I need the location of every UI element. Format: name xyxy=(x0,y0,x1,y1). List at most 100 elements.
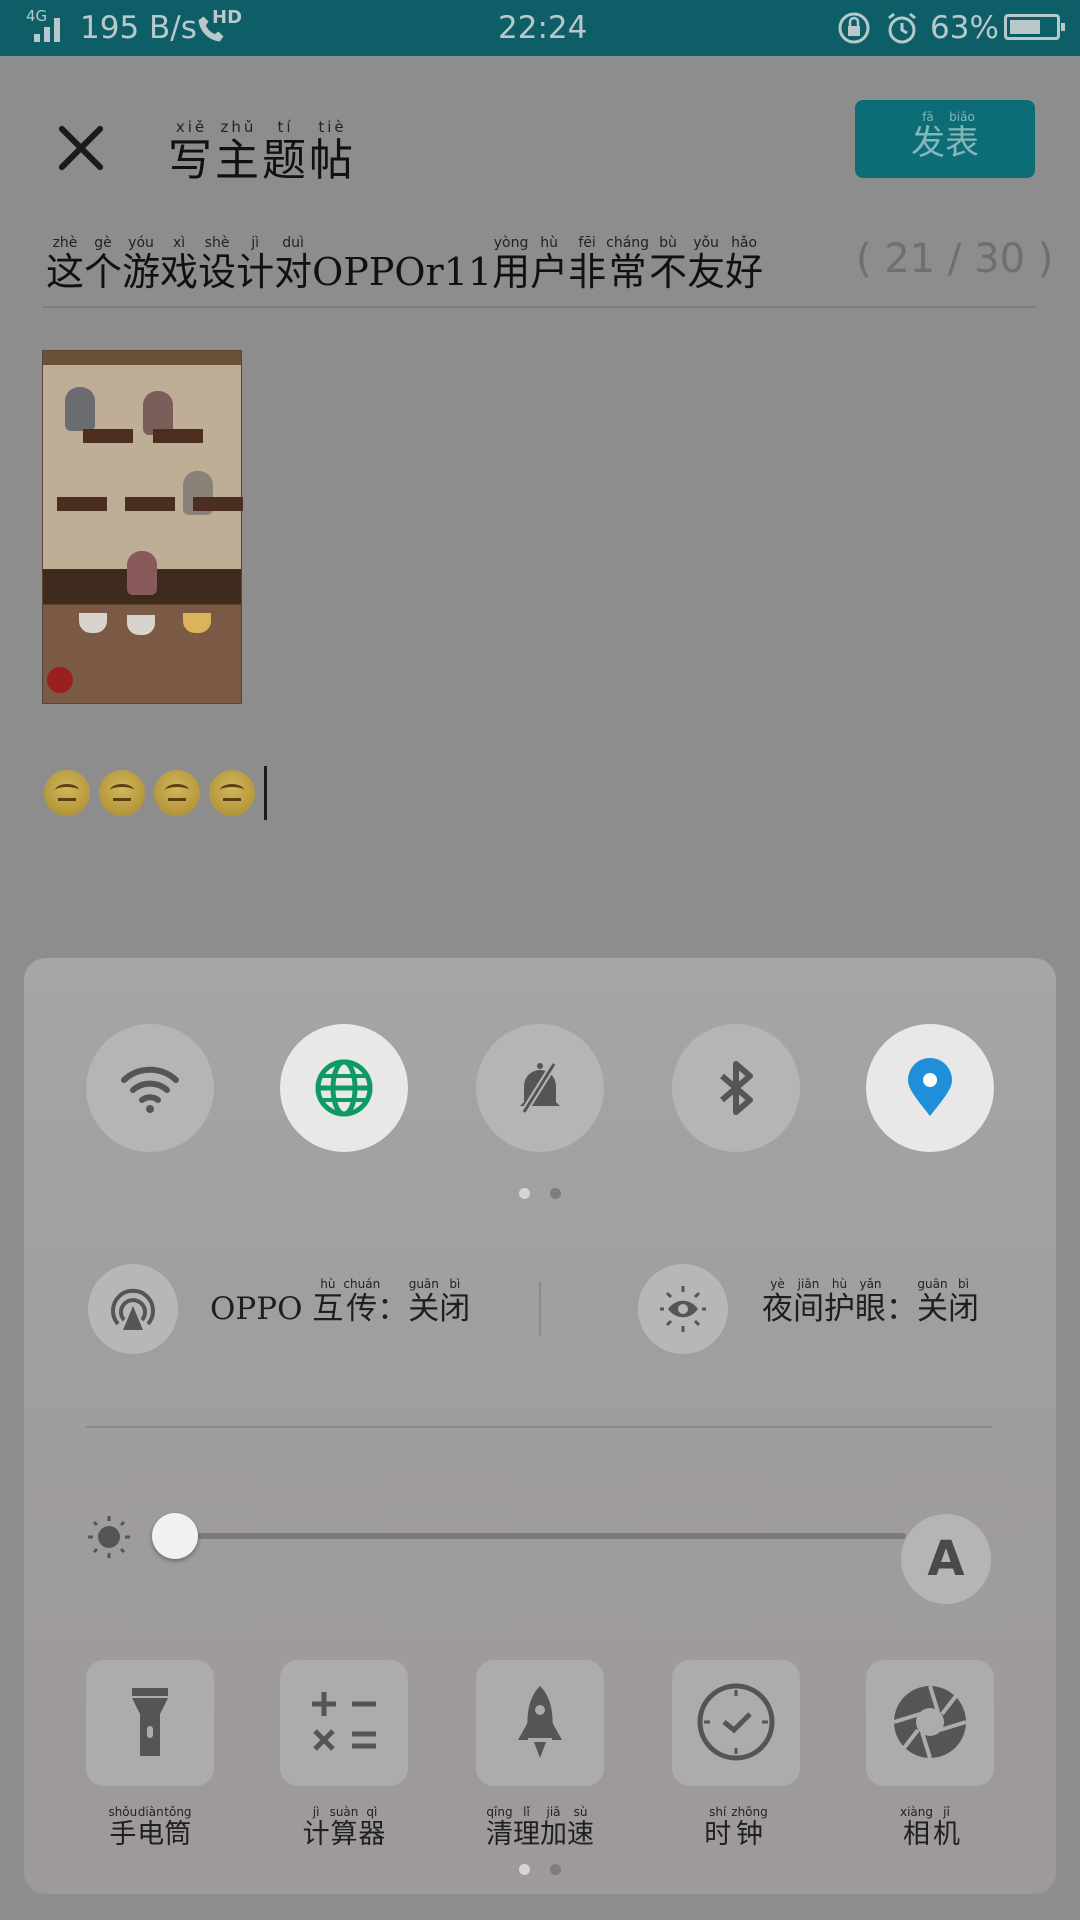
upside-down-face-emoji xyxy=(154,770,200,816)
quick-settings-panel: OPPO 互hù传chuán：关guān闭bì 夜yè间jiān护hù眼yǎn：… xyxy=(24,958,1056,1894)
mute-toggle[interactable] xyxy=(476,1024,604,1152)
network-type: 4G xyxy=(26,7,48,25)
oppo-share-label: OPPO 互hù传chuán：关guān闭bì xyxy=(210,1277,471,1328)
attached-image[interactable] xyxy=(42,350,243,704)
ruby-char: 主zhǔ xyxy=(215,118,262,186)
editor-card: 写xiě主zhǔ题tí帖tiè 发fā表biǎo 这zhè个gè游yóu戏xì设… xyxy=(0,56,1080,976)
page-title: 写xiě主zhǔ题tí帖tiè xyxy=(168,118,356,188)
ruby-char: 题tí xyxy=(262,118,309,186)
brightness-sun-icon xyxy=(88,1516,130,1558)
ruby-char: 器qì xyxy=(358,1805,386,1850)
flashlight-button[interactable] xyxy=(86,1660,214,1786)
location-toggle[interactable] xyxy=(866,1024,994,1152)
plain-text: ： xyxy=(886,1291,917,1327)
row2-separator xyxy=(539,1282,541,1336)
calculator-icon xyxy=(312,1692,376,1751)
bell-off-icon xyxy=(520,1062,560,1114)
ruby-char: 机jī xyxy=(932,1805,960,1850)
flashlight-label: 手shǒu电diàn筒tǒng xyxy=(50,1805,250,1851)
ruby-char: 钟zhōng xyxy=(731,1805,768,1850)
ruby-char: 户hù xyxy=(530,235,569,294)
oppo-share-button[interactable] xyxy=(88,1264,178,1354)
bluetooth-icon xyxy=(720,1061,753,1115)
brightness-thumb[interactable] xyxy=(152,1513,199,1559)
page-dot-2 xyxy=(550,1188,561,1199)
auto-brightness-button[interactable]: A xyxy=(901,1514,991,1604)
ruby-char: 时shí xyxy=(704,1805,732,1850)
panel-divider xyxy=(86,1426,992,1428)
rotation-lock-icon xyxy=(838,12,870,44)
ruby-char: 筒tǒng xyxy=(164,1805,192,1850)
plain-text: OPPOr11 xyxy=(312,250,493,294)
text-cursor xyxy=(264,766,267,820)
calculator-button[interactable] xyxy=(280,1660,408,1786)
brightness-slider[interactable] xyxy=(86,1492,926,1582)
post-title-input[interactable]: 这zhè个gè游yóu戏xì设shè计jì对duìOPPOr11用yòng户hù… xyxy=(46,235,764,296)
ruby-char: 个gè xyxy=(84,235,123,294)
brightness-track[interactable] xyxy=(196,1533,906,1539)
ruby-char: 不bù xyxy=(649,235,688,294)
ruby-char: 游yóu xyxy=(122,235,161,294)
ruby-char: 理lǐ xyxy=(513,1805,540,1850)
clock-time: 22:24 xyxy=(498,10,588,46)
flashlight-icon xyxy=(132,1688,168,1756)
network-speed: 195 B/s xyxy=(80,10,197,46)
ruby-char: 好hǎo xyxy=(725,235,764,294)
mobile-data-toggle[interactable] xyxy=(280,1024,408,1152)
publish-button[interactable]: 发fā表biǎo xyxy=(855,100,1035,178)
camera-button[interactable] xyxy=(866,1660,994,1786)
page-dot-1 xyxy=(519,1188,530,1199)
upside-down-face-emoji xyxy=(44,770,90,816)
alarm-icon xyxy=(888,12,916,44)
ruby-char: 算suàn xyxy=(329,1805,359,1850)
oppo-share-icon xyxy=(111,1288,155,1330)
rocket-icon xyxy=(518,1686,562,1758)
eye-sun-icon xyxy=(660,1286,706,1332)
ruby-char: 这zhè xyxy=(46,235,85,294)
ruby-char: 电diàn xyxy=(137,1805,165,1850)
ruby-char: 间jiān xyxy=(793,1277,824,1327)
camera-aperture-icon xyxy=(893,1685,967,1759)
wifi-icon xyxy=(121,1066,179,1113)
upside-down-face-emoji xyxy=(209,770,255,816)
ruby-char: 闭bì xyxy=(439,1277,471,1327)
battery-icon xyxy=(1004,14,1065,40)
tools-page-dot-1 xyxy=(519,1864,530,1875)
cleanup-boost-button[interactable] xyxy=(476,1660,604,1786)
ruby-char: 设shè xyxy=(198,235,237,294)
ruby-char: 表biǎo xyxy=(945,110,979,163)
ruby-char: 对duì xyxy=(274,235,313,294)
close-icon[interactable] xyxy=(46,114,118,186)
calculator-label: 计jì算suàn器qì xyxy=(244,1805,444,1851)
ruby-char: 夜yè xyxy=(762,1277,793,1327)
ruby-char: 戏xì xyxy=(160,235,199,294)
ruby-char: 关guān xyxy=(917,1277,948,1327)
ruby-char: 用yòng xyxy=(492,235,531,294)
night-mode-button[interactable] xyxy=(638,1264,728,1354)
upside-down-face-emoji xyxy=(99,770,145,816)
globe-icon xyxy=(315,1059,373,1117)
ruby-char: 互hù xyxy=(312,1277,344,1327)
ruby-char: 非fēi xyxy=(568,235,607,294)
hd-badge: HD xyxy=(212,7,243,28)
night-mode-label: 夜yè间jiān护hù眼yǎn：关guān闭bì xyxy=(762,1277,979,1328)
ruby-char: 关guān xyxy=(408,1277,440,1327)
char-count: ( 21 / 30 ) xyxy=(856,236,1054,282)
ruby-char: 手shǒu xyxy=(108,1805,138,1850)
status-bar: 4G 195 B/s HD 22:24 63% xyxy=(0,0,1080,56)
ruby-char: 眼yǎn xyxy=(855,1277,886,1327)
ruby-char: 计jì xyxy=(236,235,275,294)
ruby-char: 写xiě xyxy=(168,118,215,186)
camera-label: 相xiàng机jī xyxy=(830,1805,1030,1851)
ruby-char: 计jì xyxy=(302,1805,330,1850)
ruby-char: 加jiā xyxy=(540,1805,567,1850)
ruby-char: 护hù xyxy=(824,1277,855,1327)
emoji-row[interactable] xyxy=(44,766,267,820)
tools-page-dot-2 xyxy=(550,1864,561,1875)
ruby-char: 清qīng xyxy=(486,1805,513,1850)
wifi-toggle[interactable] xyxy=(86,1024,214,1152)
oppo-share-prefix: OPPO xyxy=(210,1291,303,1327)
clock-label: 时shí钟zhōng xyxy=(636,1805,836,1851)
clock-button[interactable] xyxy=(672,1660,800,1786)
bluetooth-toggle[interactable] xyxy=(672,1024,800,1152)
